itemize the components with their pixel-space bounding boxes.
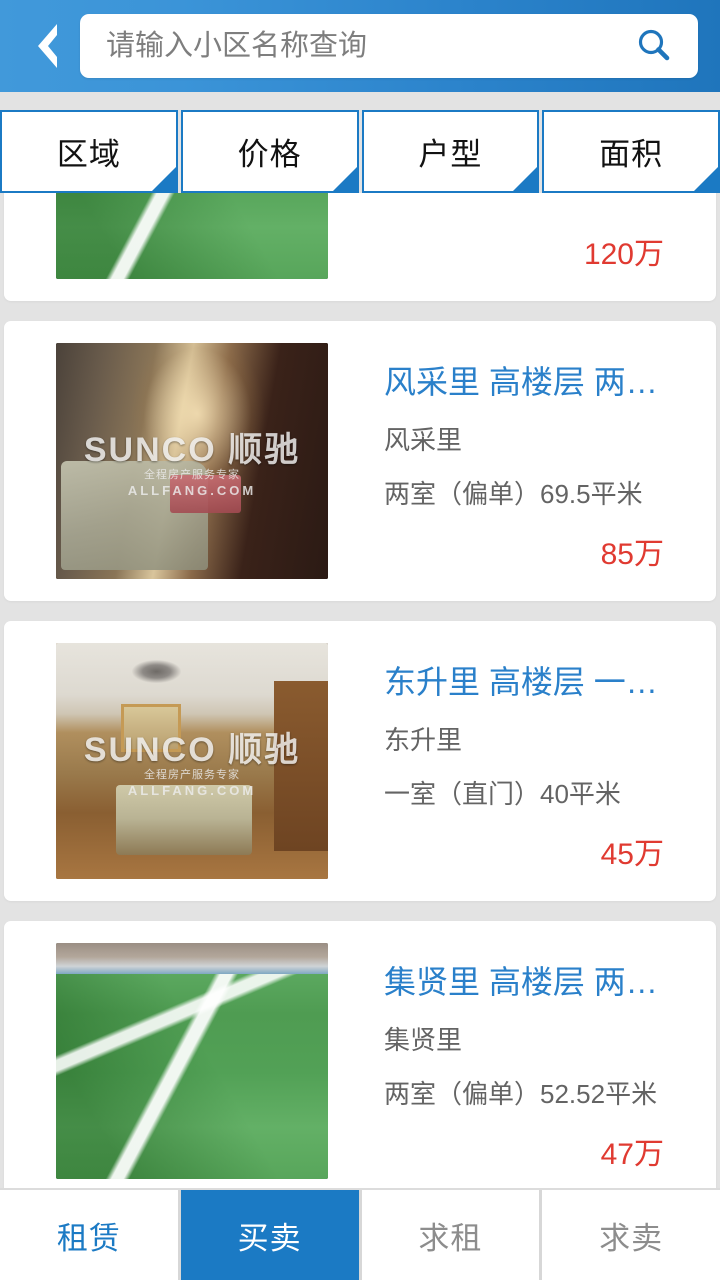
tab-label: 求租 [418,1220,483,1256]
listing-spec: 一室（直门）40平米 [384,778,621,809]
search-icon[interactable] [632,27,676,65]
filter-tab-price[interactable]: 价格 [180,110,359,193]
listing-photo [56,943,328,1179]
filter-tab-label: 价格 [237,137,302,172]
header-spacer [0,92,720,110]
app-header [0,0,720,92]
app-root: 区域 价格 户型 面积 120万 [0,0,720,1280]
listing-info: 风采里 高楼层 两… 风采里 两室（偏单）69.5平米 85万 [328,343,692,579]
listing-community: 风采里 [384,425,463,456]
filter-tab-label: 区域 [56,137,121,172]
listing-title[interactable]: 风采里 高楼层 两… [384,363,692,401]
dropdown-corner-icon [513,167,538,191]
listing-photo [56,193,328,279]
listing-card[interactable]: 120万 [4,193,716,301]
listing-thumbnail[interactable] [56,943,328,1179]
tab-seek-rent[interactable]: 求租 [361,1190,540,1280]
listing-price: 85万 [600,538,664,571]
listing-spec: 两室（偏单）69.5平米 [384,478,643,509]
listing-title[interactable]: 集贤里 高楼层 两… [384,963,692,1001]
search-input[interactable] [106,14,632,78]
listing-card[interactable]: SUNCO 顺驰 全程房产服务专家 ALLFANG.COM 东升里 高楼层 一…… [4,621,716,901]
tab-rent[interactable]: 租赁 [0,1190,178,1280]
dropdown-corner-icon [694,167,718,191]
filter-bar: 区域 价格 户型 面积 [0,110,720,193]
listing-price: 120万 [583,238,664,271]
listing-price: 45万 [600,838,664,871]
back-button[interactable] [18,11,74,81]
dropdown-corner-icon [151,167,176,191]
listing-info: 东升里 高楼层 一… 东升里 一室（直门）40平米 45万 [328,643,692,879]
listing-card[interactable]: 集贤里 高楼层 两… 集贤里 两室（偏单）52.52平米 47万 [4,921,716,1188]
listing-info: 集贤里 高楼层 两… 集贤里 两室（偏单）52.52平米 47万 [328,943,692,1179]
listing-community: 集贤里 [384,1025,463,1056]
listing-thumbnail[interactable] [56,193,328,279]
listing-photo [56,643,328,879]
listing-thumbnail[interactable]: SUNCO 顺驰 全程房产服务专家 ALLFANG.COM [56,643,328,879]
tab-buy-sell[interactable]: 买卖 [180,1190,359,1280]
dropdown-corner-icon [332,167,357,191]
filter-tab-region[interactable]: 区域 [0,110,178,193]
chevron-left-icon [30,21,62,71]
listing-info: 120万 [328,193,692,279]
filter-tab-label: 面积 [599,137,664,172]
listing-community: 东升里 [384,725,463,756]
tab-label: 求卖 [599,1220,664,1256]
search-box[interactable] [80,14,698,78]
filter-tab-label: 户型 [418,137,483,172]
listing-card[interactable]: SUNCO 顺驰 全程房产服务专家 ALLFANG.COM 风采里 高楼层 两…… [4,321,716,601]
listing-title[interactable]: 东升里 高楼层 一… [384,663,692,701]
listing-list[interactable]: 120万 SUNCO 顺驰 全程房产服务专家 ALLFANG.COM 风采里 高… [0,193,720,1188]
bottom-tab-bar: 租赁 买卖 求租 求卖 [0,1188,720,1280]
filter-tab-area[interactable]: 面积 [542,110,720,193]
tab-label: 租赁 [56,1220,121,1256]
tab-seek-buy[interactable]: 求卖 [542,1190,720,1280]
filter-tab-layout[interactable]: 户型 [361,110,540,193]
listing-thumbnail[interactable]: SUNCO 顺驰 全程房产服务专家 ALLFANG.COM [56,343,328,579]
listing-spec: 两室（偏单）52.52平米 [384,1078,658,1109]
listing-price: 47万 [600,1138,664,1171]
listing-photo [56,343,328,579]
tab-label: 买卖 [237,1220,302,1256]
